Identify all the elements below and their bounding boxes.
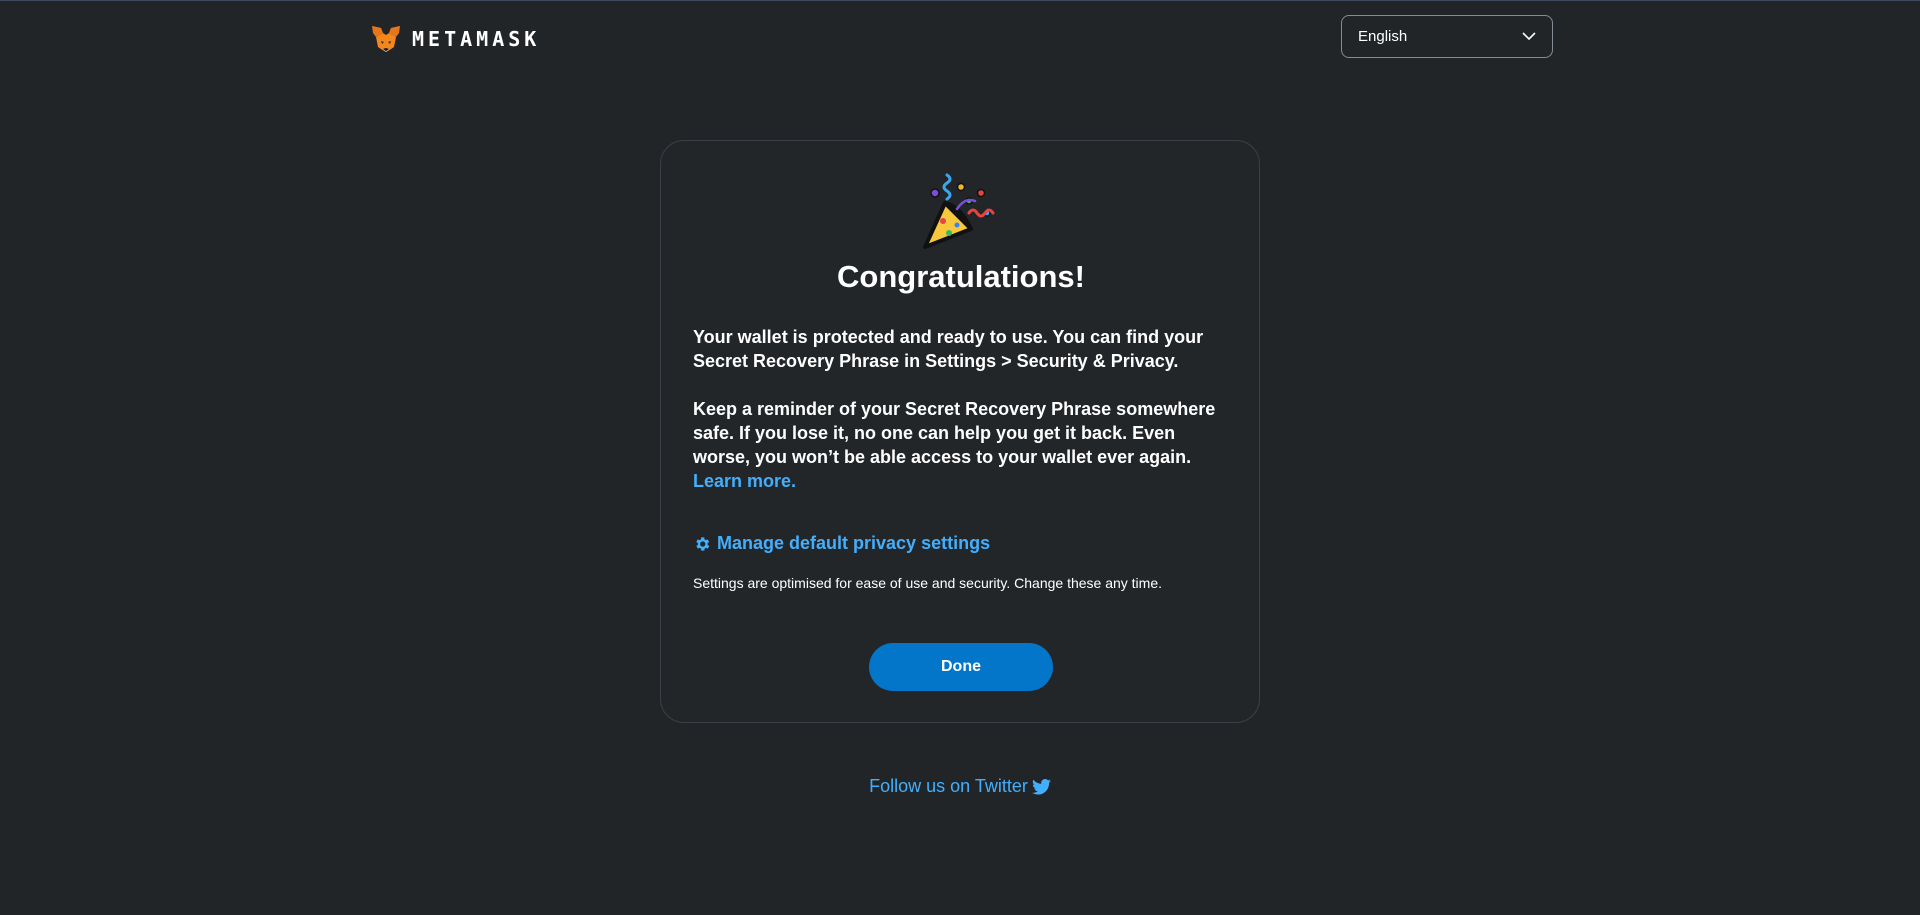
twitter-icon (1031, 778, 1051, 795)
card-title: Congratulations! (837, 259, 1085, 294)
twitter-label: Follow us on Twitter (869, 776, 1028, 796)
settings-path: Settings > Security & Privacy. (925, 351, 1179, 371)
wallet-protected-text: Your wallet is protected and ready to us… (693, 325, 1233, 373)
party-popper-icon (923, 173, 995, 249)
congratulations-card: Congratulations! Your wallet is protecte… (660, 140, 1260, 723)
gear-icon (696, 536, 710, 551)
manage-privacy-label: Manage default privacy settings (717, 533, 991, 553)
logo-text: METAMASK (412, 27, 541, 51)
metamask-logo[interactable]: METAMASK (370, 22, 540, 56)
header: METAMASK English (0, 0, 1920, 76)
fox-icon (372, 26, 400, 52)
language-selected-value: English (1358, 28, 1408, 45)
reminder-text: Keep a reminder of your Secret Recovery … (693, 399, 1216, 467)
done-button[interactable]: Done (869, 643, 1053, 691)
learn-more-link[interactable]: Learn more. (693, 469, 796, 493)
settings-note: Settings are optimised for ease of use a… (693, 575, 1162, 591)
twitter-link[interactable]: Follow us on Twitter (0, 776, 1920, 797)
chevron-down-icon (1522, 32, 1536, 41)
manage-privacy-link[interactable]: Manage default privacy settings (693, 533, 990, 554)
language-select[interactable]: English (1341, 15, 1553, 58)
